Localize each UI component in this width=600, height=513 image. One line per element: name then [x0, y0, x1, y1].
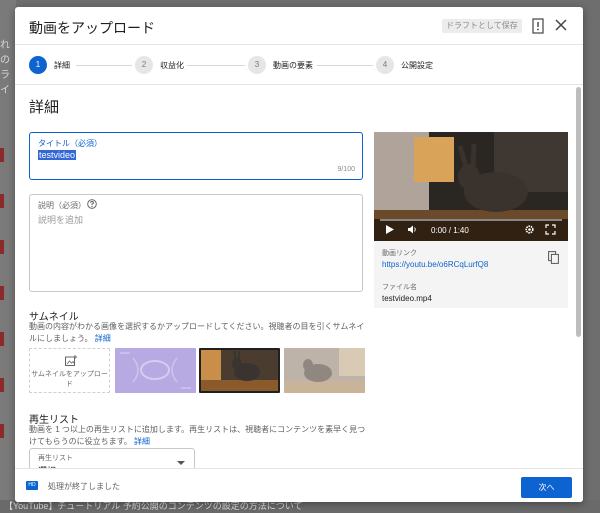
video-link-label: 動画リンク [382, 250, 417, 257]
background-marker [0, 194, 4, 208]
description-field[interactable]: 説明（必須） 説明を追加 [29, 194, 363, 292]
chevron-down-icon [177, 461, 185, 465]
thumbnail-option-2-selected[interactable] [199, 348, 280, 393]
background-marker [0, 240, 4, 254]
thumbnail-rabbit-image [201, 350, 278, 391]
upload-thumbnail-label: サムネイルをアップロード [31, 371, 108, 388]
upload-thumbnail-button[interactable]: サムネイルをアップロード [29, 348, 110, 393]
description-field-label: 説明（必須） [38, 201, 86, 210]
video-preview-card: 0:00 / 1:40 動画リンク https://youtu.be/o6RCq… [374, 132, 568, 308]
step-label: 収益化 [160, 60, 184, 70]
play-icon[interactable] [384, 224, 395, 235]
video-controls-bar: 0:00 / 1:40 [374, 219, 568, 241]
background-text: ライ [0, 70, 10, 96]
thumbnail-desc-text: 動画の内容がわかる画像を選択するかアップロードしてください。視聴者の目を引くサム… [29, 322, 365, 343]
volume-icon[interactable] [407, 224, 418, 235]
background-text: れの [0, 40, 10, 66]
progress-stepper: 1 詳細 2 収益化 3 動画の要素 4 公開設定 [15, 45, 583, 85]
step-video-elements[interactable]: 3 動画の要素 [248, 55, 313, 75]
file-name-label: ファイル名 [382, 284, 417, 291]
title-char-count: 9/100 [337, 166, 355, 173]
step-visibility[interactable]: 4 公開設定 [376, 55, 433, 75]
fullscreen-icon[interactable] [545, 224, 556, 235]
title-field-value[interactable]: testvideo [38, 150, 77, 160]
step-number: 3 [248, 56, 266, 74]
background-marker [0, 378, 4, 392]
playlist-select-label: 再生リスト [38, 455, 73, 462]
video-player[interactable]: 0:00 / 1:40 [374, 132, 568, 241]
thumbnail-description: 動画の内容がわかる画像を選択するかアップロードしてください。視聴者の目を引くサム… [29, 321, 369, 345]
thumbnail-rabbit-faded-image [284, 348, 365, 393]
add-photo-icon [65, 355, 77, 366]
background-marker [0, 424, 4, 438]
video-link[interactable]: https://youtu.be/o6RCqLurfQ8 [382, 260, 488, 269]
title-field[interactable]: タイトル（必須） testvideo 9/100 [29, 132, 363, 180]
step-number: 2 [135, 56, 153, 74]
hd-badge-icon: HD [26, 481, 38, 490]
save-as-draft-button[interactable]: ドラフトとして保存 [442, 19, 522, 33]
file-name: testvideo.mp4 [382, 294, 432, 303]
playlist-description: 動画を 1 つ以上の再生リストに追加します。再生リストは、視聴者にコンテンツを素… [29, 424, 369, 448]
step-connector [76, 65, 132, 66]
thumbnail-learn-more-link[interactable]: 詳細 [95, 334, 111, 343]
copy-icon[interactable] [548, 251, 559, 264]
dialog-header: 動画をアップロード ドラフトとして保存 [15, 7, 583, 45]
dialog-title: 動画をアップロード [29, 20, 155, 36]
scrollbar[interactable] [576, 87, 581, 337]
background-marker [0, 148, 4, 162]
playlist-learn-more-link[interactable]: 詳細 [134, 437, 150, 446]
thumbnail-option-1[interactable] [115, 348, 196, 393]
dialog-footer: HD 処理が終了しました 次へ [15, 468, 583, 502]
step-label: 動画の要素 [273, 60, 313, 70]
alert-icon[interactable] [532, 18, 544, 34]
step-connector [317, 65, 373, 66]
step-number: 1 [29, 56, 47, 74]
background-marker [0, 286, 4, 300]
step-label: 詳細 [54, 60, 70, 70]
details-panel: 詳細 タイトル（必須） testvideo 9/100 説明（必須） 説明を追加… [15, 86, 583, 468]
background-sidebar: れの ライ [0, 0, 16, 513]
thumbnail-pattern-image [115, 348, 196, 393]
settings-gear-icon[interactable] [524, 224, 535, 235]
video-progress-bar[interactable] [380, 219, 562, 221]
video-time: 0:00 / 1:40 [431, 226, 469, 235]
thumbnail-option-3[interactable] [284, 348, 365, 393]
playlist-desc-text: 動画を 1 つ以上の再生リストに追加します。再生リストは、視聴者にコンテンツを素… [29, 425, 366, 446]
step-connector [187, 65, 245, 66]
close-icon[interactable] [555, 19, 567, 31]
processing-status: 処理が終了しました [48, 482, 120, 491]
playlist-select[interactable]: 再生リスト 選択 [29, 448, 195, 468]
description-placeholder: 説明を追加 [38, 215, 84, 225]
background-marker [0, 332, 4, 346]
step-details[interactable]: 1 詳細 [29, 55, 70, 75]
title-field-label: タイトル（必須） [38, 139, 102, 148]
upload-dialog: 動画をアップロード ドラフトとして保存 1 詳細 2 収益化 3 動画の要素 4… [15, 7, 583, 502]
step-monetization[interactable]: 2 収益化 [135, 55, 184, 75]
next-button[interactable]: 次へ [521, 477, 572, 498]
step-label: 公開設定 [401, 60, 433, 70]
step-number: 4 [376, 56, 394, 74]
help-icon[interactable] [87, 199, 97, 209]
section-title: 詳細 [29, 99, 60, 116]
